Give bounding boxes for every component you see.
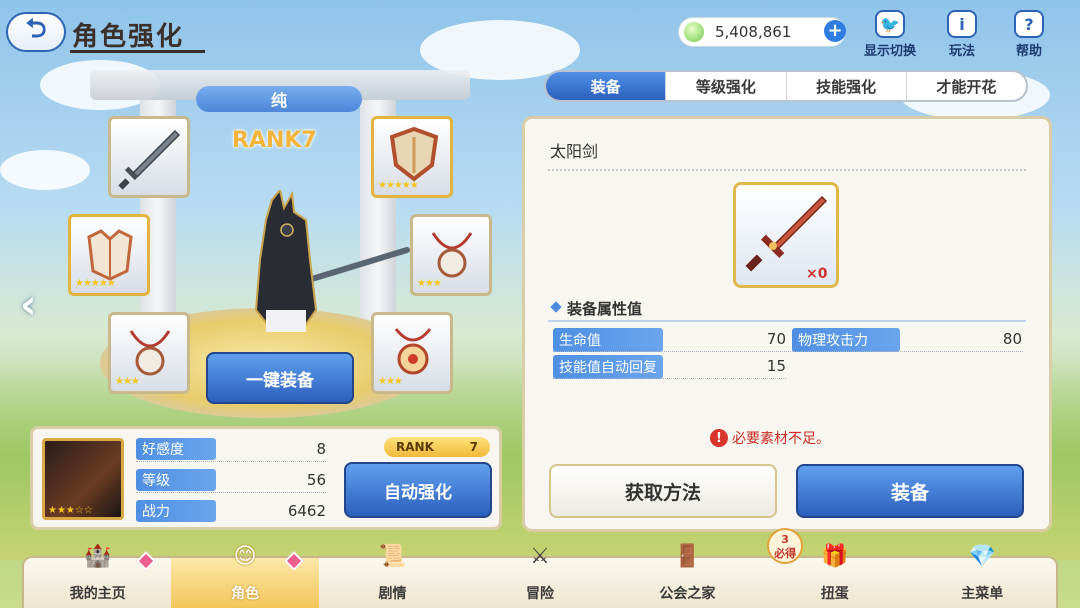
stat-value-physical-attack: 80	[1002, 330, 1022, 348]
nav-home-label: 我的主页	[69, 586, 126, 602]
rank-badge-label: RANK	[396, 440, 434, 454]
stat-value-power: 6462	[287, 502, 326, 520]
equipment-name: 太阳剑	[550, 142, 599, 161]
nav-story[interactable]: 📜 剧情	[319, 544, 466, 608]
bottom-nav: 🏰 我的主页 😊 角色 📜 剧情 ⚔ 冒险 🚪 公会之家 🎁 3 必得 扭蛋 💎…	[22, 528, 1058, 608]
item-quantity: ×0	[806, 266, 828, 282]
nav-main-menu[interactable]: 💎 主菜单	[909, 544, 1056, 608]
gameplay-button[interactable]: i 玩法	[947, 10, 977, 59]
obtain-method-button[interactable]: 获取方法	[549, 464, 777, 518]
nav-adventure[interactable]: ⚔ 冒险	[466, 544, 613, 608]
pendant-icon	[394, 328, 432, 375]
help-label: 帮助	[1015, 44, 1042, 59]
info-icon: i	[947, 10, 977, 38]
one-click-equip-button[interactable]: 一键装备	[206, 352, 354, 404]
equip-slot-4[interactable]: ★★★	[410, 214, 492, 296]
back-button[interactable]: ⮌	[6, 12, 66, 52]
back-arrow-icon: ⮌	[25, 14, 47, 44]
divider	[548, 320, 1026, 322]
divider	[548, 169, 1026, 171]
stat-label-power: 战力	[136, 500, 216, 522]
gacha-icon: 🎁	[821, 543, 849, 569]
nav-guild-house-label: 公会之家	[659, 586, 716, 602]
stat-value-affection: 8	[316, 440, 326, 458]
add-currency-button[interactable]: +	[824, 20, 846, 42]
equip-slot-3[interactable]: ★★★★★	[68, 214, 150, 296]
stat-value-hp: 70	[766, 330, 786, 348]
character-icon: 😊	[233, 543, 257, 569]
stat-label-physical-attack: 物理攻击力	[792, 328, 900, 352]
gacha-badge: 3 必得	[767, 528, 804, 564]
nav-gacha[interactable]: 🎁 3 必得 扭蛋	[761, 528, 908, 608]
bird-icon: 🐦	[875, 10, 905, 38]
rarity-label: 纯	[196, 86, 362, 112]
tab-equipment[interactable]: 装备	[546, 72, 667, 100]
equip-slot-2[interactable]: ★★★★★	[371, 116, 453, 198]
tab-level-up[interactable]: 等级强化	[666, 72, 787, 100]
stat-label-tp-regen: 技能值自动回复	[553, 355, 663, 379]
stat-value-tp-regen: 15	[766, 357, 786, 375]
amulet-icon	[431, 232, 473, 278]
portrait-star-rating: ★★★☆☆	[48, 505, 93, 516]
warning-icon: !	[710, 429, 728, 447]
equip-slot-5[interactable]: ★★★	[108, 312, 190, 394]
nav-story-label: 剧情	[378, 586, 407, 602]
help-icon: ?	[1014, 10, 1044, 38]
nav-home[interactable]: 🏰 我的主页	[24, 544, 171, 608]
nav-adventure-label: 冒险	[525, 586, 554, 602]
tab-bar: 装备 等级强化 技能强化 才能开花	[544, 70, 1028, 102]
nav-gacha-label: 扭蛋	[820, 586, 849, 602]
character-rank: RANK7	[232, 128, 317, 153]
castle-icon: 🏰	[84, 543, 112, 569]
warning-text: 必要素材不足。	[732, 431, 830, 447]
title-underline	[70, 50, 205, 53]
crystal-icon: 💎	[968, 543, 996, 569]
stat-label-hp: 生命值	[553, 328, 663, 352]
gem-icon	[684, 22, 704, 42]
prev-character-arrow-icon[interactable]: ‹	[20, 282, 50, 328]
equip-slot-1[interactable]	[108, 116, 190, 198]
equip-button[interactable]: 装备	[796, 464, 1024, 518]
amulet-icon	[129, 330, 171, 376]
stat-label-level: 等级	[136, 469, 216, 491]
divider	[553, 378, 786, 379]
gacha-badge-count: 3	[781, 533, 789, 546]
display-toggle-label: 显示切换	[864, 44, 917, 59]
tab-talent[interactable]: 才能开花	[907, 72, 1026, 100]
auto-enhance-button[interactable]: 自动强化	[344, 462, 492, 518]
armor-icon	[87, 229, 133, 281]
gameplay-label: 玩法	[948, 44, 975, 59]
nav-character-label: 角色	[231, 586, 260, 602]
help-button[interactable]: ? 帮助	[1014, 10, 1044, 59]
nav-guild-house[interactable]: 🚪 公会之家	[614, 544, 761, 608]
rank-badge: RANK 7	[384, 437, 490, 457]
equip-slot-6[interactable]: ★★★	[371, 312, 453, 394]
sword-flag-icon: ⚔	[530, 543, 550, 569]
shield-icon	[389, 126, 439, 182]
stat-label-affection: 好感度	[136, 438, 216, 460]
divider	[553, 351, 1023, 352]
door-icon: 🚪	[673, 543, 702, 569]
stat-value-level: 56	[306, 471, 326, 489]
display-toggle-button[interactable]: 🐦 显示切换	[864, 10, 916, 59]
nav-character[interactable]: 😊 角色	[171, 544, 319, 608]
divider	[136, 492, 326, 493]
nav-main-menu-label: 主菜单	[961, 586, 1004, 602]
rank-badge-value: 7	[469, 440, 478, 454]
gacha-badge-text: 必得	[774, 547, 797, 560]
sword-icon	[118, 129, 181, 190]
scroll-icon: 📜	[378, 543, 407, 569]
currency-value: 5,408,861	[715, 23, 792, 41]
material-warning: ! 必要素材不足。	[710, 428, 830, 448]
attribute-title: 装备属性值	[567, 300, 643, 318]
page-title: 角色强化	[72, 22, 185, 52]
divider	[136, 461, 326, 462]
tab-skill-up[interactable]: 技能强化	[787, 72, 907, 100]
